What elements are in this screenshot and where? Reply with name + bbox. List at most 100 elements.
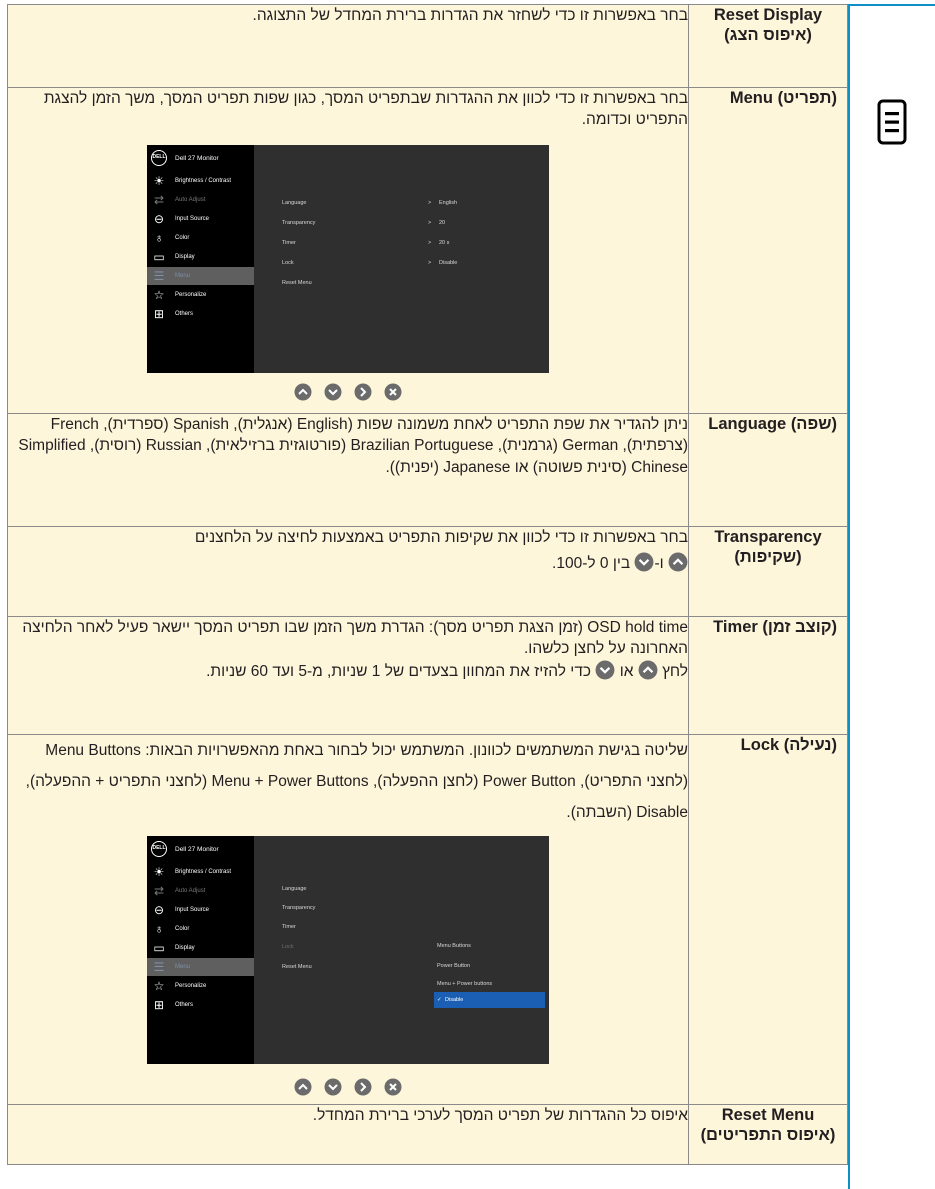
check-icon: ✓ [437, 997, 442, 1003]
star-icon: ☆ [153, 979, 165, 993]
row-description: שליטה בגישת המשתמשים לכוונון. המשתמש יכו… [7, 734, 689, 1105]
submenu-label: Transparency [282, 219, 316, 226]
submenu-arrow: > [428, 259, 432, 266]
osd-button-row [8, 383, 688, 401]
osd-menu-label: Auto Adjust [175, 196, 206, 203]
description-join: ו- [654, 555, 664, 573]
menu-settings-table: בחר באפשרות זו כדי לשחזר את הגדרות ברירת… [7, 4, 848, 1165]
row-description: בחר באפשרות זו כדי לכוון את ההגדרות שבתפ… [7, 87, 689, 414]
up-button-icon [294, 1078, 312, 1096]
brightness-icon: ☀ [153, 173, 165, 188]
osd-menu-label: Menu [175, 964, 191, 970]
osd-menu-label: Brightness / Contrast [175, 869, 232, 875]
osd-menu-label: Input Source [175, 215, 210, 222]
osd-menu-label: Personalize [175, 983, 207, 989]
row-label: Reset Display (איפוס הצג) [688, 4, 848, 88]
lock-option: Menu + Power buttons [434, 976, 545, 992]
description-line: ו- בין 0 ל-100. [8, 552, 688, 574]
submenu-arrow: > [428, 239, 432, 246]
down-button-icon [595, 660, 615, 680]
osd-menu-item: ⊖ Input Source [147, 901, 254, 919]
osd-title: Dell 27 Monitor [175, 154, 219, 162]
osd-menu-item: ▭ Display [147, 939, 254, 957]
table-row: בחר באפשרות זו כדי לשחזר את הגדרות ברירת… [7, 4, 848, 88]
label-he: (איפוס התפריטים) [700, 1126, 836, 1145]
row-label: Lock (נעילה) [688, 734, 848, 1105]
osd-menu-item-selected: ☰ Menu [147, 958, 254, 976]
submenu-label: Reset Menu [282, 279, 312, 286]
lock-option: Power Button [434, 958, 545, 974]
osd-menu-item: ▭ Display [147, 248, 254, 266]
submenu-value: English [439, 199, 458, 206]
up-button-icon [668, 552, 688, 572]
submenu-label: Timer [282, 924, 296, 930]
others-icon: ⊞ [153, 306, 165, 321]
top-accent-line [848, 4, 935, 6]
description-or: או [619, 662, 634, 680]
label-en: Language [708, 415, 787, 433]
submenu-label: Lock [282, 259, 294, 266]
down-button-icon [324, 1078, 342, 1096]
osd-menu-label: Color [175, 234, 190, 241]
row-description: איפוס כל ההגדרות של תפריט המסך לערכי ברי… [7, 1104, 689, 1165]
color-icon: ♁ [154, 922, 164, 936]
description-line: בחר באפשרות זו כדי לכוון את שקיפות התפרי… [194, 529, 688, 546]
down-button-icon [324, 383, 342, 401]
osd-menu-label: Auto Adjust [175, 888, 206, 894]
up-button-icon [294, 383, 312, 401]
label-en: Transparency [714, 528, 822, 546]
osd-main-menu: DELL Dell 27 Monitor ☀ Brightness / Contr… [147, 836, 254, 1064]
auto-adjust-icon: ⇄ [153, 884, 165, 898]
forward-button-icon [354, 1078, 372, 1096]
osd-menu-label: Display [175, 945, 195, 951]
osd-screenshot: DELL Dell 27 Monitor ☀ Brightness / Contr… [147, 144, 549, 373]
others-icon: ⊞ [153, 998, 165, 1012]
up-button-icon [638, 660, 658, 680]
table-row: בחר באפשרות זו כדי לכוון את ההגדרות שבתפ… [7, 87, 848, 414]
osd-main-menu: DELL Dell 27 Monitor ☀ Brightness / Contr… [147, 144, 254, 373]
lock-option-selected: ✓ Disable [434, 992, 545, 1008]
description-end: כדי להזיז את המחוון בצעדים של 1 שניות, מ… [206, 662, 592, 680]
dell-logo: DELL [151, 149, 167, 166]
lock-option: Menu Buttons [434, 938, 545, 954]
osd-screenshot: DELL Dell 27 Monitor ☀ Brightness / Contr… [147, 836, 549, 1064]
submenu-arrow: > [428, 199, 432, 206]
submenu-label: Language [282, 199, 307, 206]
osd-menu-item: ☀ Brightness / Contrast [147, 172, 254, 190]
description-end: בין 0 ל-100. [552, 555, 631, 573]
row-label: Timer (קוצב זמן) [688, 616, 848, 735]
exit-button-icon [384, 383, 402, 401]
osd-menu-item: ☀ Brightness / Contrast [147, 863, 254, 881]
input-source-icon: ⊖ [153, 211, 165, 226]
submenu-value: 20 s [439, 239, 450, 246]
osd-menu-label: Brightness / Contrast [175, 177, 232, 184]
label-he: (איפוס הצג) [724, 26, 812, 45]
submenu-label: Lock [282, 944, 294, 950]
osd-menu-item-selected: ☰ Menu [147, 266, 254, 285]
color-icon: ♁ [154, 230, 164, 245]
osd-menu-item: ⇄ Auto Adjust [147, 191, 254, 209]
row-description: ניתן להגדיר את שפת התפריט לאחת משמונה שפ… [7, 413, 689, 527]
label-en: Reset Display [713, 6, 823, 24]
osd-menu-item: ☆ Personalize [147, 977, 254, 995]
menu-icon: ☰ [153, 268, 165, 283]
brightness-icon: ☀ [153, 865, 165, 879]
submenu-label: Reset Menu [282, 964, 312, 970]
submenu-arrow: > [428, 219, 432, 226]
label-he: (שקיפות) [734, 548, 802, 567]
down-button-icon [635, 552, 654, 572]
row-label: Language (שפה) [688, 413, 848, 527]
osd-menu-label: Display [175, 253, 195, 260]
label-en: Reset Menu [721, 1106, 815, 1124]
auto-adjust-icon: ⇄ [153, 192, 165, 207]
description-text: בחר באפשרות זו כדי לכוון את ההגדרות שבתפ… [43, 90, 688, 129]
description-start: לחץ [662, 662, 688, 680]
row-description: בחר באפשרות זו כדי לשחזר את הגדרות ברירת… [7, 4, 689, 88]
submenu-label: Transparency [282, 905, 316, 911]
osd-menu-item: ⊖ Input Source [147, 210, 254, 228]
table-row: OSD hold time (זמן הצגת תפריט מסך): הגדר… [7, 616, 848, 735]
description-paragraph: לחץ או כדי להזיז את המחוון בצעדים של 1 ש… [8, 660, 688, 682]
label-he: (תפריט) [777, 89, 837, 107]
exit-button-icon [384, 1078, 402, 1096]
label-en: Timer [713, 618, 758, 636]
